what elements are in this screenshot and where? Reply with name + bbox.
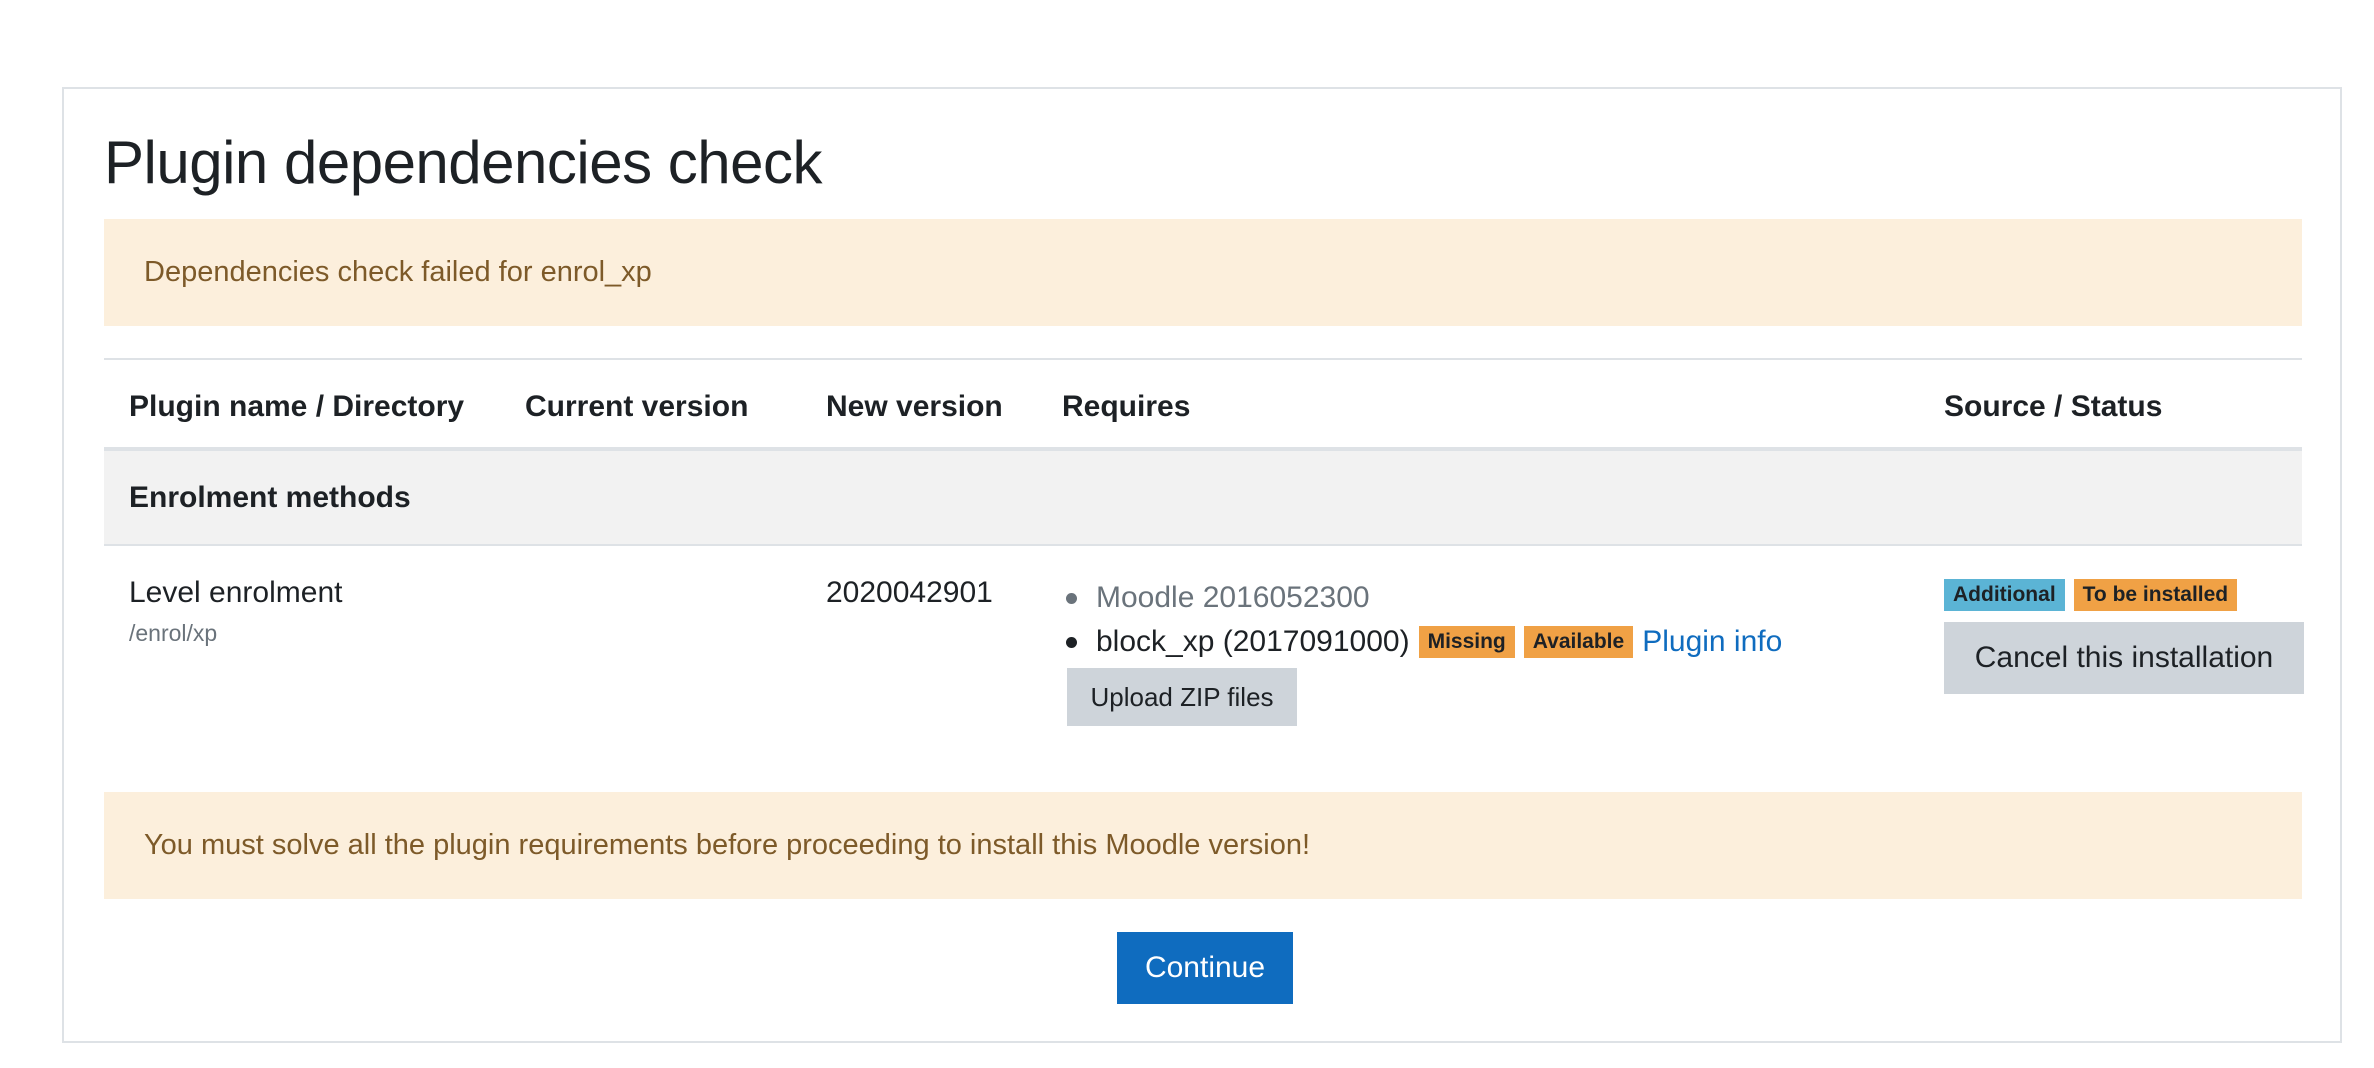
available-badge: Available bbox=[1523, 626, 1634, 658]
alert-text: You must solve all the plugin requiremen… bbox=[144, 829, 1311, 861]
page-title: Plugin dependencies check bbox=[104, 129, 823, 196]
requirements-warning-alert: You must solve all the plugin requiremen… bbox=[104, 792, 2302, 899]
cancel-installation-button[interactable]: Cancel this installation bbox=[1944, 622, 2304, 694]
header-source-status: Source / Status bbox=[1944, 390, 2163, 423]
dependencies-failed-alert: Dependencies check failed for enrol_xp bbox=[104, 219, 2302, 326]
requirements-list: Moodle 2016052300 block_xp (2017091000) … bbox=[1062, 576, 1782, 664]
status-badges: Additional To be installed bbox=[1944, 579, 2238, 611]
group-row-enrolment-methods: Enrolment methods bbox=[104, 451, 2302, 546]
header-plugin-name: Plugin name / Directory bbox=[129, 390, 465, 423]
alert-text: Dependencies check failed for enrol_xp bbox=[144, 256, 652, 288]
header-requires: Requires bbox=[1062, 390, 1191, 423]
continue-button[interactable]: Continue bbox=[1117, 932, 1293, 1004]
new-version: 2020042901 bbox=[826, 576, 993, 609]
header-current-version: Current version bbox=[525, 390, 749, 423]
bullet-icon bbox=[1066, 593, 1077, 604]
plugin-name: Level enrolment bbox=[129, 576, 343, 609]
group-label: Enrolment methods bbox=[129, 481, 411, 514]
additional-badge: Additional bbox=[1944, 579, 2065, 611]
plugin-check-card: Plugin dependencies check Dependencies c… bbox=[62, 87, 2342, 1043]
requirement-text: Moodle 2016052300 bbox=[1096, 581, 1370, 614]
missing-badge: Missing bbox=[1418, 626, 1515, 658]
requirement-text: block_xp (2017091000) bbox=[1096, 625, 1410, 658]
plugins-table: Plugin name / Directory Current version … bbox=[104, 358, 2304, 786]
plugin-info-link[interactable]: Plugin info bbox=[1642, 625, 1782, 659]
upload-zip-button[interactable]: Upload ZIP files bbox=[1067, 668, 1297, 726]
plugin-directory: /enrol/xp bbox=[129, 620, 218, 646]
to-be-installed-badge: To be installed bbox=[2073, 579, 2238, 611]
requirement-moodle: Moodle 2016052300 bbox=[1062, 576, 1782, 620]
table-row: Level enrolment /enrol/xp 2020042901 Moo… bbox=[104, 546, 2304, 786]
header-new-version: New version bbox=[826, 390, 1003, 423]
requirement-block-xp: block_xp (2017091000) Missing Available … bbox=[1062, 620, 1782, 664]
table-header: Plugin name / Directory Current version … bbox=[104, 360, 2302, 451]
bullet-icon bbox=[1066, 637, 1077, 648]
